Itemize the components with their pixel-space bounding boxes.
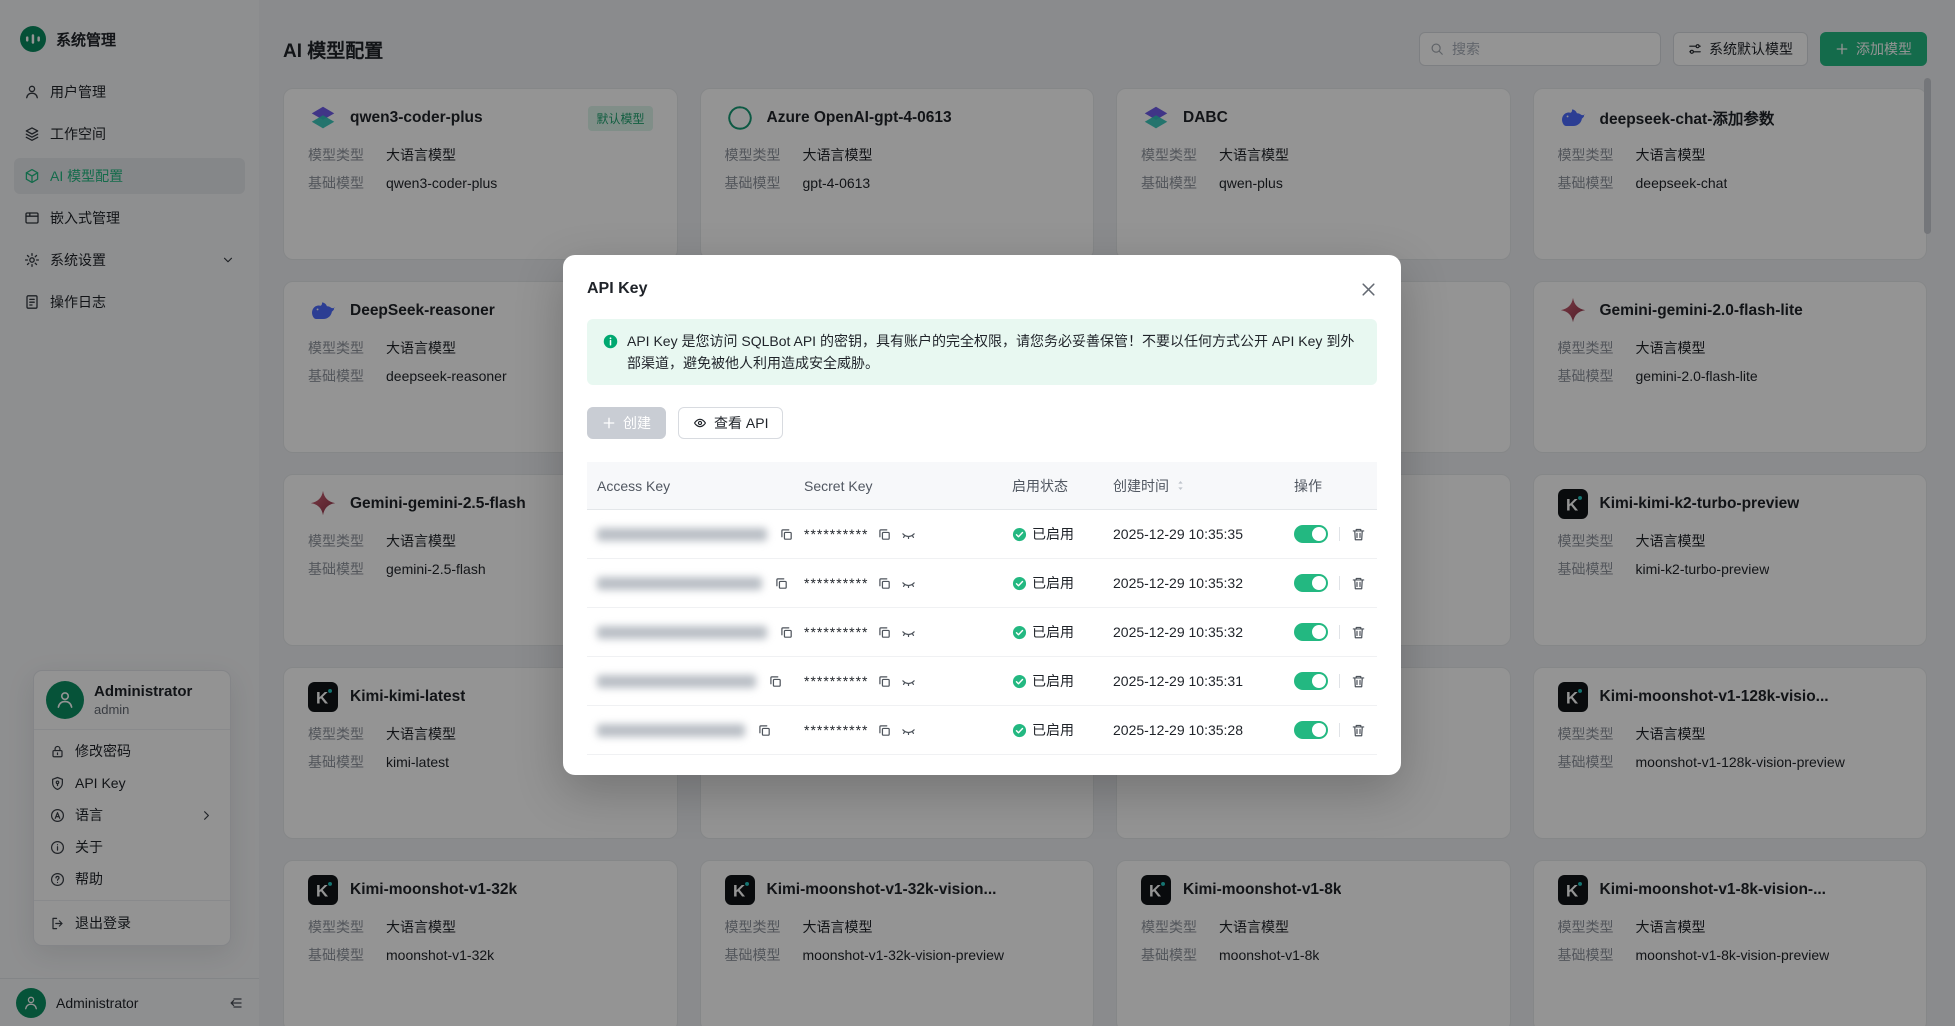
created-time: 2025-12-29 10:35:32 — [1113, 624, 1243, 640]
copy-secret-key-icon[interactable] — [877, 674, 892, 689]
api-key-row: ********** 已启用 2025-12-29 10:35:28 — [587, 706, 1377, 755]
divider — [1339, 723, 1340, 737]
delete-icon[interactable] — [1351, 576, 1366, 591]
show-secret-key-icon[interactable] — [901, 625, 916, 640]
enabled-check-icon — [1012, 723, 1027, 738]
enabled-check-icon — [1012, 576, 1027, 591]
column-secret-key: Secret Key — [804, 477, 873, 494]
status-text: 已启用 — [1032, 722, 1074, 738]
column-actions: 操作 — [1294, 477, 1322, 494]
status-text: 已启用 — [1032, 673, 1074, 689]
table-body: ********** 已启用 2025-12-29 10:35:35 *****… — [587, 510, 1377, 755]
delete-icon[interactable] — [1351, 625, 1366, 640]
enable-toggle[interactable] — [1294, 721, 1328, 739]
enabled-check-icon — [1012, 527, 1027, 542]
status-text: 已启用 — [1032, 526, 1074, 542]
secret-key-masked: ********** — [804, 624, 869, 640]
status-text: 已启用 — [1032, 624, 1074, 640]
delete-icon[interactable] — [1351, 723, 1366, 738]
access-key-masked — [597, 576, 762, 590]
close-icon[interactable] — [1360, 281, 1377, 298]
divider — [1339, 527, 1340, 541]
status-text: 已启用 — [1032, 575, 1074, 591]
access-key-masked — [597, 674, 756, 688]
secret-key-masked: ********** — [804, 526, 869, 542]
column-created-time[interactable]: 创建时间 — [1103, 476, 1284, 496]
divider — [1339, 674, 1340, 688]
created-time: 2025-12-29 10:35:35 — [1113, 526, 1243, 542]
sort-icon[interactable] — [1174, 479, 1187, 492]
access-key-masked — [597, 723, 745, 737]
delete-icon[interactable] — [1351, 674, 1366, 689]
api-key-modal: API Key API Key 是您访问 SQLBot API 的密钥，具有账户… — [563, 255, 1401, 775]
column-enabled-status: 启用状态 — [1012, 477, 1068, 494]
copy-access-key-icon[interactable] — [774, 576, 789, 591]
plus-icon — [602, 416, 616, 430]
api-key-row: ********** 已启用 2025-12-29 10:35:35 — [587, 510, 1377, 559]
copy-access-key-icon[interactable] — [768, 674, 783, 689]
copy-access-key-icon[interactable] — [757, 723, 772, 738]
api-key-notice: API Key 是您访问 SQLBot API 的密钥，具有账户的完全权限，请您… — [587, 319, 1377, 385]
info-icon — [603, 334, 618, 349]
eye-icon — [693, 416, 707, 430]
enabled-check-icon — [1012, 625, 1027, 640]
api-key-row: ********** 已启用 2025-12-29 10:35:32 — [587, 559, 1377, 608]
enabled-check-icon — [1012, 674, 1027, 689]
created-time: 2025-12-29 10:35:32 — [1113, 575, 1243, 591]
secret-key-masked: ********** — [804, 575, 869, 591]
enable-toggle[interactable] — [1294, 623, 1328, 641]
created-time: 2025-12-29 10:35:31 — [1113, 673, 1243, 689]
secret-key-masked: ********** — [804, 673, 869, 689]
access-key-masked — [597, 625, 767, 639]
view-api-button[interactable]: 查看 API — [678, 407, 784, 439]
divider — [1339, 576, 1340, 590]
copy-secret-key-icon[interactable] — [877, 625, 892, 640]
api-key-table: Access Key Secret Key 启用状态 创建时间 操作 *****… — [587, 462, 1377, 755]
secret-key-masked: ********** — [804, 722, 869, 738]
divider — [1339, 625, 1340, 639]
access-key-masked — [597, 527, 767, 541]
delete-icon[interactable] — [1351, 527, 1366, 542]
copy-access-key-icon[interactable] — [779, 527, 794, 542]
enable-toggle[interactable] — [1294, 574, 1328, 592]
enable-toggle[interactable] — [1294, 525, 1328, 543]
copy-secret-key-icon[interactable] — [877, 576, 892, 591]
copy-secret-key-icon[interactable] — [877, 527, 892, 542]
modal-title: API Key — [587, 280, 648, 297]
column-access-key: Access Key — [597, 477, 671, 494]
api-key-row: ********** 已启用 2025-12-29 10:35:32 — [587, 608, 1377, 657]
create-button[interactable]: 创建 — [587, 407, 666, 439]
enable-toggle[interactable] — [1294, 672, 1328, 690]
table-header: Access Key Secret Key 启用状态 创建时间 操作 — [587, 462, 1377, 510]
api-key-row: ********** 已启用 2025-12-29 10:35:31 — [587, 657, 1377, 706]
show-secret-key-icon[interactable] — [901, 576, 916, 591]
show-secret-key-icon[interactable] — [901, 527, 916, 542]
show-secret-key-icon[interactable] — [901, 723, 916, 738]
copy-access-key-icon[interactable] — [779, 625, 794, 640]
copy-secret-key-icon[interactable] — [877, 723, 892, 738]
show-secret-key-icon[interactable] — [901, 674, 916, 689]
created-time: 2025-12-29 10:35:28 — [1113, 722, 1243, 738]
